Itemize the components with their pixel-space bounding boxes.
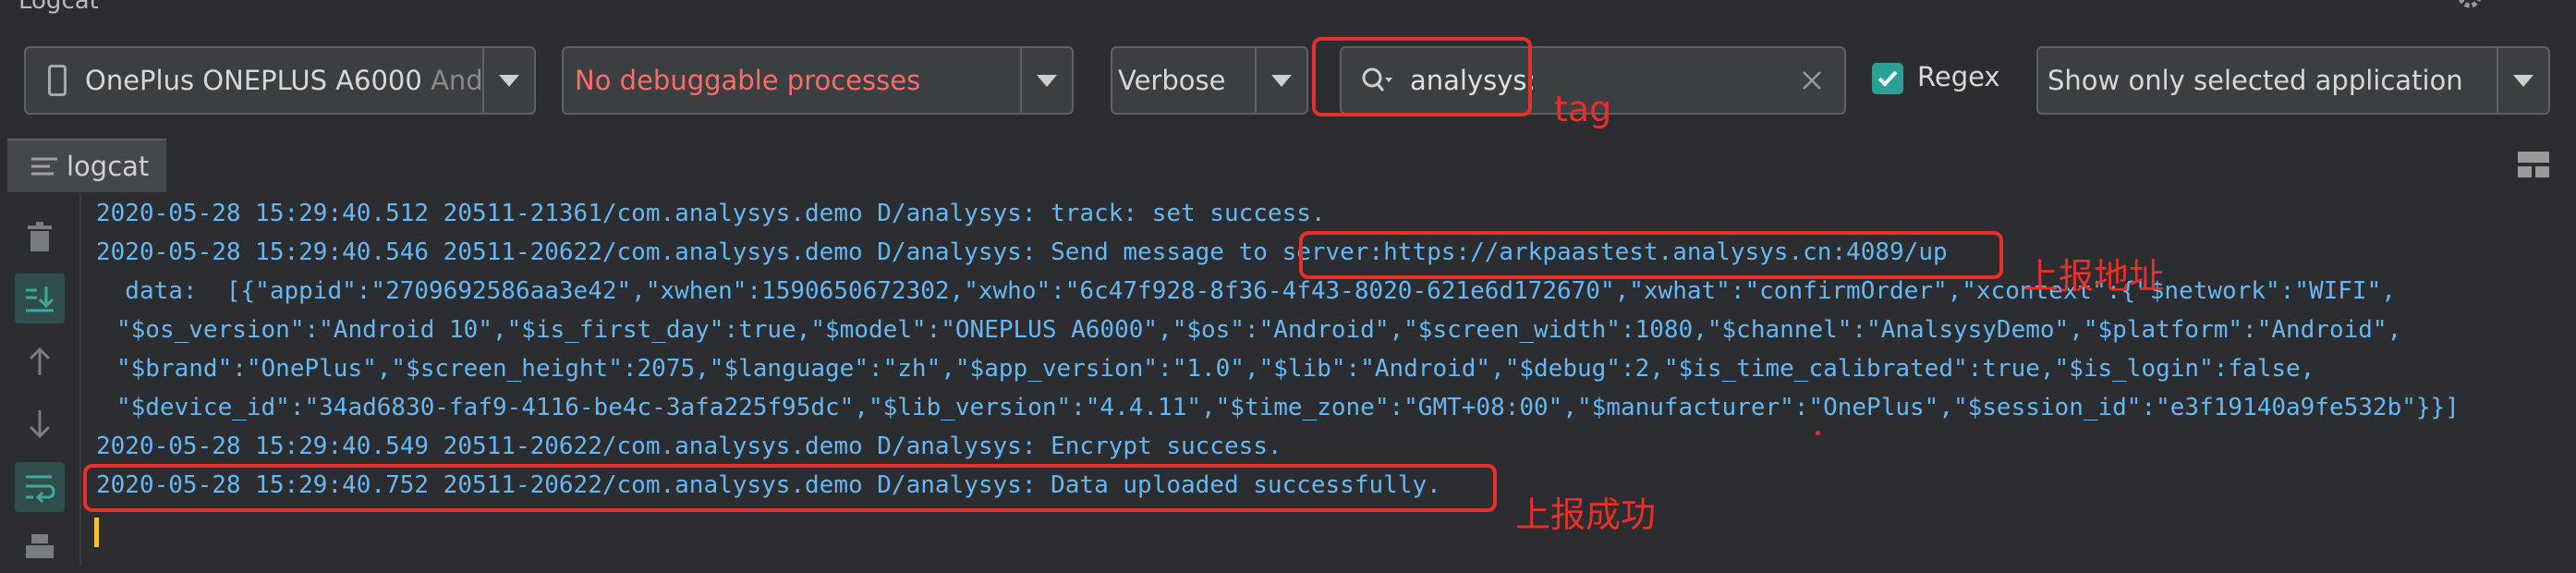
log-line: "$brand":"OnePlus","$screen_height":2075… — [116, 355, 2315, 383]
log-line: "$os_version":"Android 10","$is_first_da… — [116, 316, 2402, 344]
clear-logcat-button[interactable] — [15, 213, 65, 262]
log-level-value: Verbose — [1118, 65, 1226, 96]
scroll-to-end-button[interactable] — [15, 274, 65, 323]
log-line: 2020-05-28 15:29:40.512 20511-21361/com.… — [96, 200, 1326, 227]
success-annotation: 上报成功 — [1515, 494, 1657, 535]
phone-icon — [48, 65, 67, 96]
tag-annotation: tag — [1554, 89, 1612, 129]
filter-dropdown-arrow[interactable] — [2497, 48, 2548, 113]
chevron-down-icon — [1037, 74, 1057, 87]
layout-icon[interactable] — [2517, 150, 2550, 179]
success-highlight-box — [83, 464, 1497, 512]
address-annotation: 上报地址 — [2023, 256, 2165, 297]
process-dropdown-arrow[interactable] — [1020, 48, 1072, 113]
device-name: OnePlus ONEPLUS A6000 — [85, 65, 422, 96]
tab-label: logcat — [67, 151, 150, 182]
log-level-dropdown-arrow[interactable] — [1255, 48, 1306, 113]
chevron-down-icon — [2513, 74, 2533, 87]
arrow-up-icon — [29, 347, 51, 375]
regex-label[interactable]: Regex — [1917, 61, 2000, 92]
log-line: 2020-05-28 15:29:40.549 20511-20622/com.… — [96, 433, 1282, 460]
red-dot — [1816, 431, 1820, 435]
arrow-down-icon — [29, 410, 51, 439]
filter-selector[interactable]: Show only selected application — [2036, 46, 2550, 115]
up-button[interactable] — [15, 336, 65, 386]
device-name-text: OnePlus ONEPLUS A6000 Andro — [85, 65, 482, 96]
regex-checkbox[interactable] — [1872, 63, 1903, 94]
address-highlight-box — [1299, 231, 2003, 279]
check-icon — [1877, 70, 1898, 87]
chevron-down-icon — [1271, 74, 1292, 87]
device-dropdown-arrow[interactable] — [482, 48, 534, 113]
print-icon — [26, 534, 54, 558]
log-line: "$device_id":"34ad6830-faf9-4116-be4c-3a… — [116, 394, 2460, 421]
trash-icon — [28, 222, 52, 251]
process-label: No debuggable processes — [575, 65, 921, 96]
toolbar-divider — [79, 194, 81, 566]
tag-highlight-box — [1312, 37, 1532, 116]
scroll-to-end-icon — [26, 286, 55, 312]
text-cursor — [94, 518, 99, 547]
device-selector[interactable]: OnePlus ONEPLUS A6000 Andro — [24, 46, 536, 115]
log-level-selector[interactable]: Verbose — [1111, 46, 1308, 115]
soft-wrap-button[interactable] — [15, 462, 65, 512]
tab-logcat[interactable]: logcat — [7, 139, 166, 192]
gear-icon[interactable] — [2453, 0, 2486, 13]
process-selector[interactable]: No debuggable processes — [562, 46, 1074, 115]
soft-wrap-icon — [26, 475, 55, 503]
panel-title: Logcat — [18, 0, 99, 15]
device-name-suffix: Andro — [431, 65, 482, 96]
logcat-tab-icon — [31, 157, 57, 176]
filter-value: Show only selected application — [2047, 65, 2463, 96]
clear-icon[interactable] — [1800, 68, 1824, 92]
down-button[interactable] — [15, 399, 65, 449]
chevron-down-icon — [499, 74, 519, 87]
